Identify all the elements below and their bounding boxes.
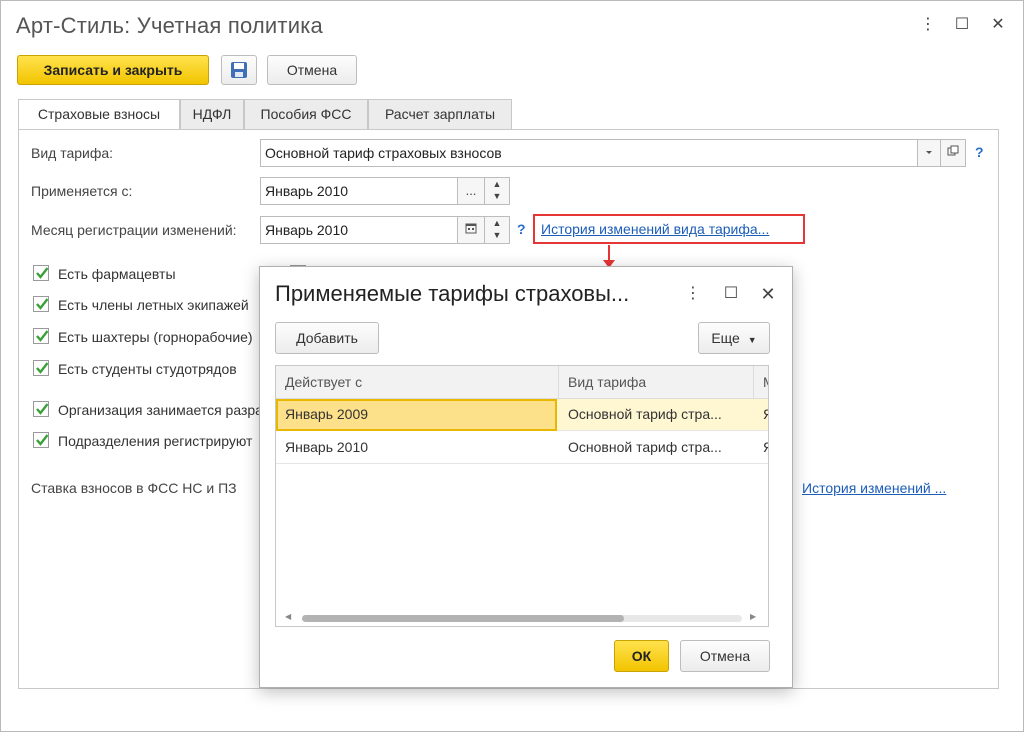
cancel-button[interactable]: Отмена bbox=[267, 55, 357, 85]
cell-date[interactable]: Январь 2009 bbox=[276, 399, 557, 431]
checkmark-icon bbox=[36, 403, 49, 415]
horizontal-scrollbar[interactable]: ◀ ▶ bbox=[276, 610, 768, 626]
tab-ndfl[interactable]: НДФЛ bbox=[180, 99, 244, 130]
checkmark-icon bbox=[36, 330, 49, 342]
save-button[interactable] bbox=[221, 55, 257, 85]
fss-rate-label: Ставка взносов в ФСС НС и ПЗ bbox=[31, 480, 237, 496]
maximize-icon[interactable]: ☐ bbox=[952, 15, 972, 35]
tab-payroll[interactable]: Расчет зарплаты bbox=[368, 99, 512, 130]
highlight-box bbox=[533, 214, 805, 244]
add-button[interactable]: Добавить bbox=[275, 322, 379, 354]
floppy-disk-icon bbox=[231, 62, 247, 78]
tab-fss-benefits[interactable]: Пособия ФСС bbox=[244, 99, 368, 130]
dialog-close-icon[interactable]: ✕ bbox=[758, 284, 778, 304]
window-title: Арт-Стиль: Учетная политика bbox=[16, 13, 323, 38]
spin-down-icon[interactable]: ▼ bbox=[485, 229, 509, 241]
applies-from-field[interactable]: Январь 2010 bbox=[260, 177, 458, 205]
cell-extra[interactable]: Я bbox=[754, 432, 768, 464]
checkmark-icon bbox=[36, 362, 49, 374]
checkmark-icon bbox=[36, 267, 49, 279]
checkbox-subdivisions[interactable] bbox=[33, 432, 49, 448]
checkbox-label-flight-crew: Есть члены летных экипажей bbox=[58, 297, 249, 313]
checkmark-icon bbox=[36, 298, 49, 310]
fss-history-link[interactable]: История изменений ... bbox=[802, 480, 946, 496]
dialog-maximize-icon[interactable]: ☐ bbox=[721, 284, 741, 304]
scroll-thumb[interactable] bbox=[302, 615, 624, 622]
cell-date[interactable]: Январь 2010 bbox=[276, 432, 557, 464]
table-row[interactable]: Январь 2009 Основной тариф стра... Я bbox=[276, 399, 768, 431]
checkbox-development[interactable] bbox=[33, 401, 49, 417]
applies-from-label: Применяется с: bbox=[31, 183, 133, 199]
dialog-title: Применяемые тарифы страховы... bbox=[275, 281, 630, 306]
chevron-down-icon bbox=[926, 151, 932, 154]
more-menu-icon[interactable]: ⋮ bbox=[918, 15, 938, 35]
column-header-effective-from[interactable]: Действует с bbox=[276, 366, 559, 399]
tariff-open-button[interactable] bbox=[940, 139, 966, 167]
checkbox-label-miners: Есть шахтеры (горнорабочие) bbox=[58, 329, 253, 345]
checkbox-flight-crew[interactable] bbox=[33, 296, 49, 312]
checkbox-miners[interactable] bbox=[33, 328, 49, 344]
scroll-right-icon[interactable]: ▶ bbox=[750, 612, 756, 621]
calendar-button[interactable] bbox=[457, 216, 485, 244]
dialog-more-icon[interactable]: ⋮ bbox=[683, 284, 703, 304]
tariff-field[interactable]: Основной тариф страховых взносов bbox=[260, 139, 918, 167]
cell-tariff[interactable]: Основной тариф стра... bbox=[559, 432, 754, 464]
column-header-extra[interactable]: М bbox=[754, 366, 768, 399]
tariffs-table: Действует с Вид тарифа М Январь 2009 Осн… bbox=[275, 365, 769, 627]
tariff-label: Вид тарифа: bbox=[31, 145, 114, 161]
checkbox-label-pharmacists: Есть фармацевты bbox=[58, 266, 176, 282]
chevron-down-icon: ▼ bbox=[747, 335, 757, 345]
dialog-cancel-button[interactable]: Отмена bbox=[680, 640, 770, 672]
applies-from-select-button[interactable]: ... bbox=[457, 177, 485, 205]
checkbox-label-development: Организация занимается разработкой bbox=[58, 402, 260, 418]
checkmark-icon bbox=[36, 434, 49, 446]
registration-month-label: Месяц регистрации изменений: bbox=[31, 222, 237, 238]
open-window-icon bbox=[947, 145, 959, 156]
checkbox-label-students: Есть студенты студотрядов bbox=[58, 361, 237, 377]
table-row[interactable]: Январь 2010 Основной тариф стра... Я bbox=[276, 432, 768, 464]
spin-up-icon[interactable]: ▲ bbox=[485, 217, 509, 229]
registration-help-icon[interactable]: ? bbox=[517, 221, 526, 237]
tab-insurance-contributions[interactable]: Страховые взносы bbox=[18, 99, 180, 131]
tariff-dropdown-button[interactable] bbox=[917, 139, 941, 167]
registration-month-spinner[interactable]: ▲ ▼ bbox=[484, 216, 510, 244]
more-actions-button[interactable]: Еще ▼ bbox=[698, 322, 770, 354]
checkbox-pharmacists[interactable] bbox=[33, 265, 49, 281]
column-header-tariff-type[interactable]: Вид тарифа bbox=[559, 366, 754, 399]
checkbox-students[interactable] bbox=[33, 360, 49, 376]
registration-month-field[interactable]: Январь 2010 bbox=[260, 216, 458, 244]
checkbox-label-subdivisions: Подразделения регистрируют bbox=[58, 433, 253, 449]
spin-down-icon[interactable]: ▼ bbox=[485, 190, 509, 202]
tariffs-dialog: Применяемые тарифы страховы... ⋮ ☐ ✕ Доб… bbox=[259, 266, 793, 688]
close-icon[interactable]: ✕ bbox=[988, 15, 1008, 35]
calendar-icon bbox=[465, 223, 477, 234]
spin-up-icon[interactable]: ▲ bbox=[485, 178, 509, 190]
tariff-help-icon[interactable]: ? bbox=[975, 144, 984, 160]
applies-from-spinner[interactable]: ▲ ▼ bbox=[484, 177, 510, 205]
scroll-left-icon[interactable]: ◀ bbox=[285, 612, 291, 621]
cell-tariff[interactable]: Основной тариф стра... bbox=[559, 399, 754, 431]
table-header: Действует с Вид тарифа М bbox=[276, 366, 768, 399]
more-actions-label: Еще bbox=[711, 330, 740, 346]
cell-extra[interactable]: Я bbox=[754, 399, 768, 431]
ok-button[interactable]: ОК bbox=[614, 640, 669, 672]
save-and-close-button[interactable]: Записать и закрыть bbox=[17, 55, 209, 85]
